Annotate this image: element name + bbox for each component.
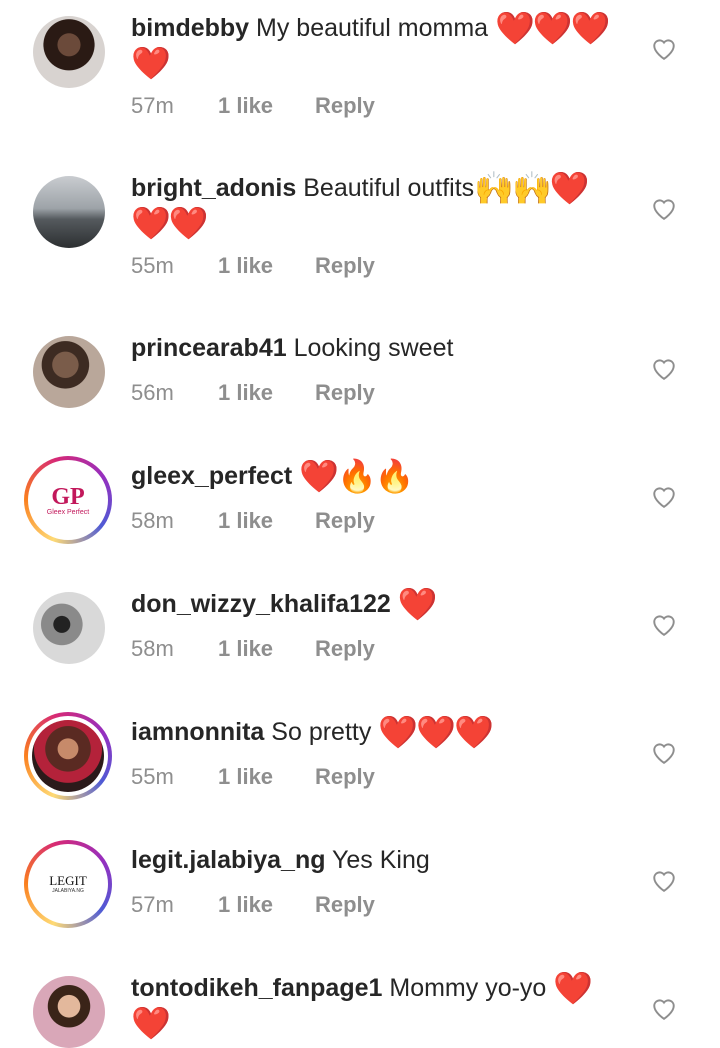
avatar-logo: GP <box>51 483 85 510</box>
comment-username[interactable]: princearab41 <box>131 334 287 362</box>
avatar-logo: LEGIT <box>49 873 87 888</box>
avatar-story-ring[interactable]: LEGIT JALABIYA.NG <box>24 840 112 928</box>
heart-outline-icon[interactable] <box>651 196 677 220</box>
avatar[interactable] <box>33 16 105 88</box>
comment-time: 57m <box>131 892 174 917</box>
comment-likes[interactable]: 1 like <box>218 508 315 534</box>
reply-button[interactable]: Reply <box>315 93 375 119</box>
comment-time: 58m <box>131 508 174 533</box>
heart-outline-icon[interactable] <box>651 740 677 764</box>
avatar[interactable] <box>33 176 105 248</box>
comment-username[interactable]: iamnonnita <box>131 718 264 746</box>
comment-text: Mommy yo-yo <box>389 974 547 1002</box>
comment-username[interactable]: bimdebby <box>131 14 249 42</box>
reply-button[interactable]: Reply <box>315 508 375 534</box>
comment-text: My beautiful momma <box>256 14 489 42</box>
comment-likes[interactable]: 1 like <box>218 764 315 790</box>
comment-likes[interactable]: 1 like <box>218 892 315 918</box>
comment-username[interactable]: bright_adonis <box>131 174 296 202</box>
comment-time: 58m <box>131 636 174 661</box>
comment-likes[interactable]: 1 like <box>218 380 315 406</box>
avatar-story-ring[interactable] <box>24 712 112 800</box>
reply-button[interactable]: Reply <box>315 636 375 662</box>
heart-outline-icon[interactable] <box>651 612 677 636</box>
avatar-caption: JALABIYA.NG <box>52 888 84 894</box>
comment-username[interactable]: tontodikeh_fanpage1 <box>131 974 382 1002</box>
comment-text: Looking sweet <box>293 334 454 362</box>
comment-likes[interactable]: 1 like <box>218 636 315 662</box>
avatar-caption: Gleex Perfect <box>46 508 90 516</box>
comment-likes[interactable]: 1 like <box>218 93 315 119</box>
heart-fire-emoji: ❤️🔥🔥 <box>299 458 415 494</box>
reply-button[interactable]: Reply <box>315 253 375 279</box>
heart-emoji: ❤️ <box>397 586 438 622</box>
heart-outline-icon[interactable] <box>651 996 677 1020</box>
comment-time: 57m <box>131 93 174 118</box>
avatar[interactable] <box>33 592 105 664</box>
heart-outline-icon[interactable] <box>651 868 677 892</box>
comment-username[interactable]: legit.jalabiya_ng <box>131 846 326 874</box>
reply-button[interactable]: Reply <box>315 380 375 406</box>
avatar[interactable] <box>33 976 105 1048</box>
avatar[interactable] <box>33 336 105 408</box>
comment-time: 55m <box>131 764 174 789</box>
comment-username[interactable]: don_wizzy_khalifa122 <box>131 590 391 618</box>
comment-username[interactable]: gleex_perfect <box>131 462 292 490</box>
comment-text: Yes King <box>332 846 430 874</box>
heart-outline-icon[interactable] <box>651 36 677 60</box>
comment-text: Beautiful outfits <box>303 174 475 202</box>
avatar-story-ring[interactable]: GP Gleex Perfect <box>24 456 112 544</box>
comment-time: 55m <box>131 253 174 278</box>
reply-button[interactable]: Reply <box>315 892 375 918</box>
comment-likes[interactable]: 1 like <box>218 253 315 279</box>
comment-text: So pretty <box>271 718 372 746</box>
heart-outline-icon[interactable] <box>651 356 677 380</box>
heart-emoji: ❤️❤️❤️ <box>378 714 494 750</box>
reply-button[interactable]: Reply <box>315 764 375 790</box>
heart-outline-icon[interactable] <box>651 484 677 508</box>
comment-time: 56m <box>131 380 174 405</box>
